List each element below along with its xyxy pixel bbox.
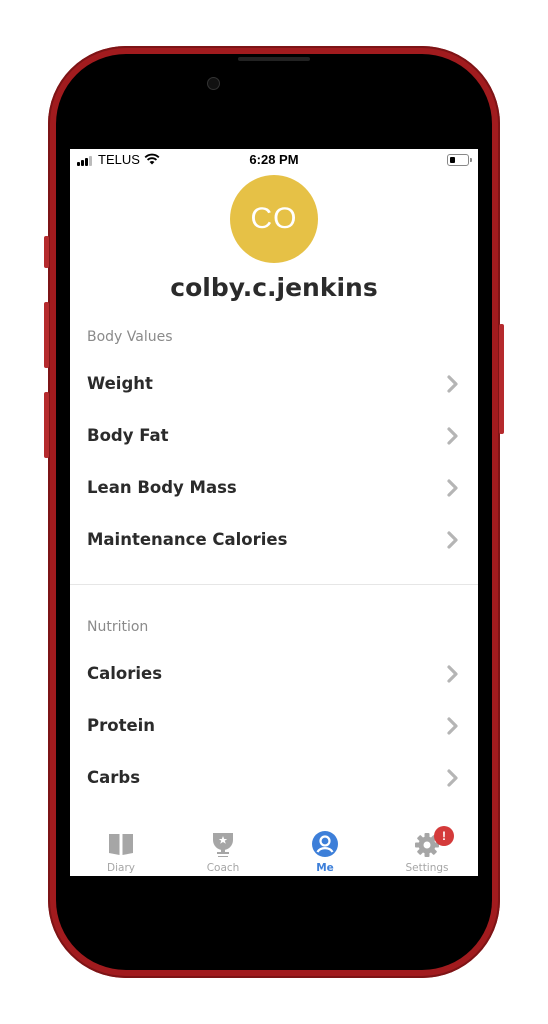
section-title-body-values: Body Values — [87, 329, 173, 345]
tab-settings[interactable]: Settings — [376, 821, 478, 876]
list-item-label: Maintenance Calories — [87, 530, 288, 549]
avatar[interactable]: CO — [230, 175, 318, 263]
list-item-weight[interactable]: Weight — [70, 359, 478, 409]
list-item-protein[interactable]: Protein — [70, 701, 478, 751]
list-item-carbs[interactable]: Carbs — [70, 753, 478, 803]
chevron-right-icon — [447, 665, 458, 683]
screen: TELUS 6:28 PM CO colby.c.jenkins Body Va… — [70, 149, 478, 876]
trophy-icon — [213, 833, 233, 857]
chevron-right-icon — [447, 717, 458, 735]
status-time: 6:28 PM — [249, 152, 299, 167]
person-icon — [312, 831, 338, 857]
power-button — [499, 324, 504, 434]
mute-switch — [44, 236, 49, 268]
front-camera — [207, 77, 220, 90]
list-item-body-fat[interactable]: Body Fat — [70, 411, 478, 461]
tab-label: Me — [316, 862, 334, 874]
tab-label: Settings — [405, 862, 449, 874]
tab-diary[interactable]: Diary — [70, 821, 172, 876]
list-item-label: Body Fat — [87, 426, 169, 445]
list-item-label: Protein — [87, 716, 156, 735]
book-icon — [109, 834, 133, 855]
chevron-right-icon — [447, 479, 458, 497]
list-item-calories[interactable]: Calories — [70, 649, 478, 699]
settings-alert-badge: ! — [434, 826, 454, 846]
tab-me[interactable]: Me — [274, 821, 376, 876]
list-item-label: Lean Body Mass — [87, 478, 237, 497]
battery-icon — [447, 154, 472, 166]
list-item-label: Calories — [87, 664, 163, 683]
section-title-nutrition: Nutrition — [87, 619, 149, 635]
chevron-right-icon — [447, 769, 458, 787]
chevron-right-icon — [447, 375, 458, 393]
list-item-label: Weight — [87, 374, 153, 393]
tab-label: Coach — [206, 862, 240, 874]
list-item-maintenance-calories[interactable]: Maintenance Calories — [70, 515, 478, 565]
tab-bar: Diary Coach Me Settings ! — [70, 821, 478, 876]
section-divider — [70, 584, 478, 585]
chevron-right-icon — [447, 427, 458, 445]
speaker-grille — [238, 57, 310, 61]
status-bar: TELUS 6:28 PM — [70, 149, 478, 171]
tab-label: Diary — [107, 862, 135, 874]
list-item-label: Carbs — [87, 768, 141, 787]
chevron-right-icon — [447, 531, 458, 549]
volume-up-button — [44, 302, 49, 368]
volume-down-button — [44, 392, 49, 458]
username: colby.c.jenkins — [170, 273, 378, 302]
tab-coach[interactable]: Coach — [172, 821, 274, 876]
list-item-lean-body-mass[interactable]: Lean Body Mass — [70, 463, 478, 513]
